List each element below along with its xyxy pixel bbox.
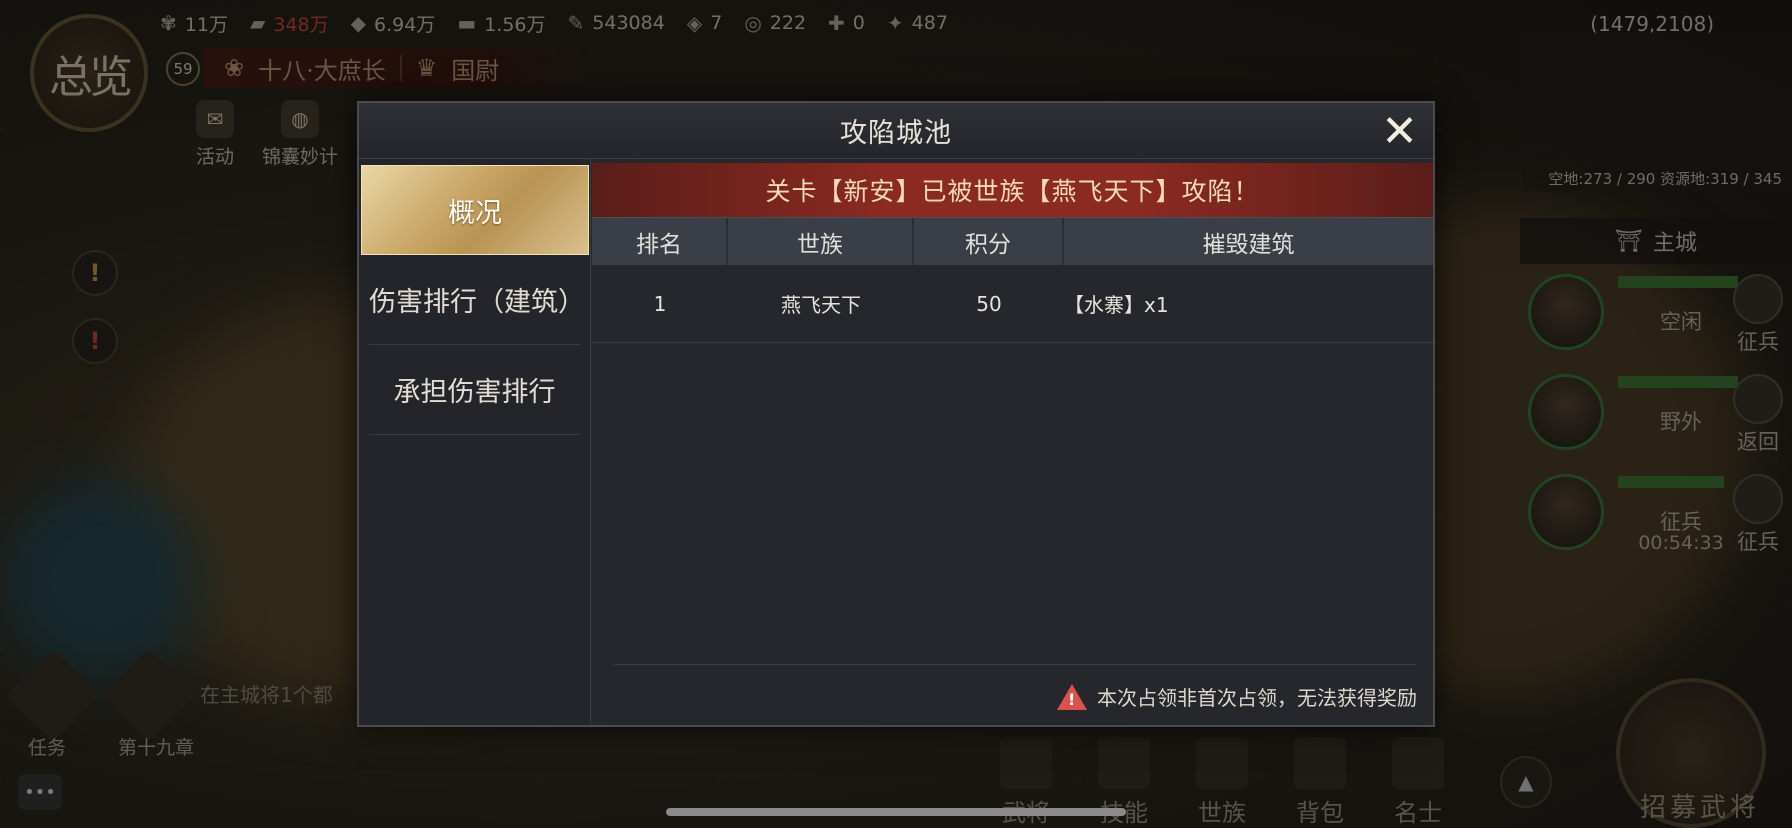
cell-score: 50: [976, 291, 1002, 316]
capture-city-dialog: 攻陷城池 ✕ 概况 伤害排行（建筑） 承担伤害排行 关卡【新安】已被世族【燕飞天…: [357, 101, 1435, 727]
cell-clan: 燕飞天下: [781, 293, 861, 317]
table-header: 排名 世族 积分 摧毁建筑: [592, 217, 1433, 265]
close-icon[interactable]: ✕: [1379, 110, 1421, 154]
table-row[interactable]: 1 燕飞天下 50 【水寨】x1: [592, 265, 1433, 343]
tab-damage-ranking-building[interactable]: 伤害排行（建筑）: [369, 255, 585, 345]
col-destroyed-buildings: 摧毁建筑: [1202, 231, 1295, 258]
side-tabs: 概况 伤害排行（建筑） 承担伤害排行: [359, 159, 591, 725]
col-score: 积分: [914, 218, 1064, 265]
dialog-title: 攻陷城池: [840, 118, 952, 149]
footer-divider: [614, 664, 1417, 665]
col-rank: 排名: [592, 218, 728, 265]
reward-notice: 本次占领非首次占领，无法获得奖励: [1057, 682, 1417, 711]
warning-icon: [1057, 683, 1087, 710]
dialog-header: 攻陷城池 ✕: [359, 103, 1433, 159]
home-indicator[interactable]: [666, 808, 1126, 816]
col-clan: 世族: [728, 218, 914, 265]
cell-buildings: 【水寨】x1: [1064, 293, 1169, 317]
tab-damage-taken-ranking[interactable]: 承担伤害排行: [369, 345, 580, 435]
overview-content: 关卡【新安】已被世族【燕飞天下】攻陷！ 排名 世族 积分 摧毁建筑 1 燕飞天下…: [592, 159, 1433, 725]
cell-rank: 1: [653, 291, 667, 316]
tab-overview[interactable]: 概况: [361, 165, 589, 255]
capture-banner: 关卡【新安】已被世族【燕飞天下】攻陷！: [592, 163, 1433, 217]
